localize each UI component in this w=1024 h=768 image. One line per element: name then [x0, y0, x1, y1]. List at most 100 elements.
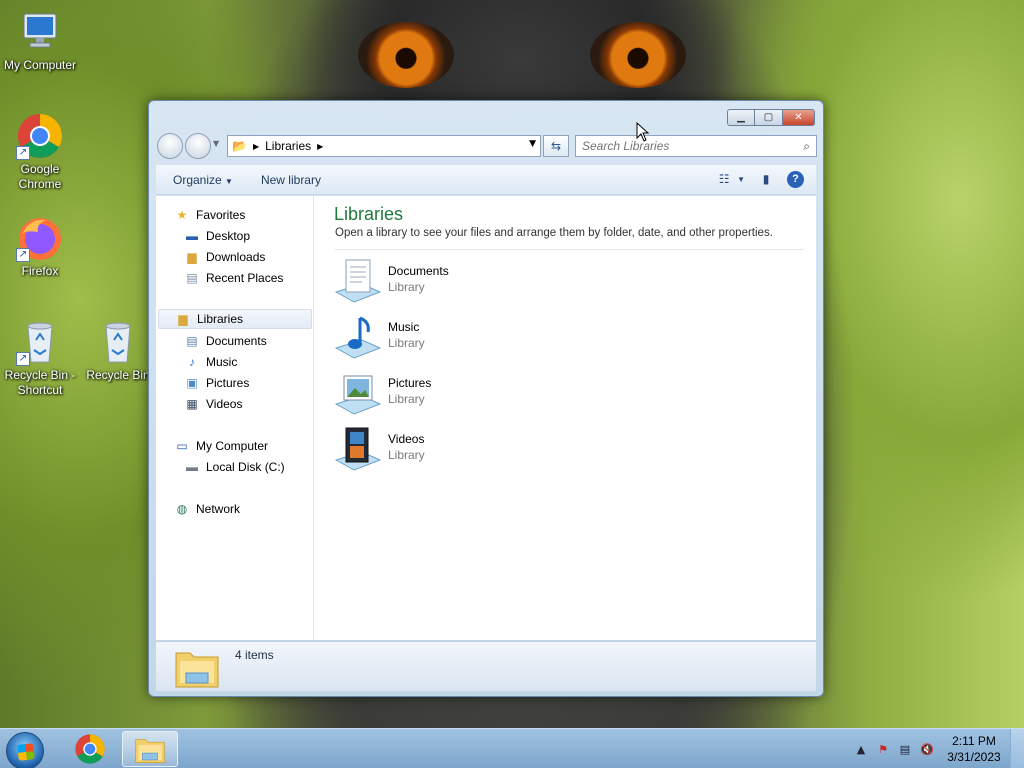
desktop-icon-firefox[interactable]: ↗ Firefox	[0, 214, 80, 279]
nav-item-network[interactable]: ◍ Network	[174, 499, 240, 519]
view-options-dropdown-icon[interactable]: ▼	[737, 175, 745, 184]
clock[interactable]: 2:11 PM 3/31/2023	[938, 733, 1010, 765]
forward-button[interactable]	[185, 133, 211, 159]
chrome-icon	[75, 734, 105, 764]
nav-item-recent-places[interactable]: ▤ Recent Places	[184, 268, 283, 288]
computer-icon: ▭	[176, 439, 188, 453]
desktop-icon-my-computer[interactable]: My Computer	[0, 8, 80, 73]
nav-item-desktop[interactable]: ▬ Desktop	[184, 226, 250, 246]
nav-label: Videos	[206, 397, 243, 411]
star-icon: ★	[176, 208, 188, 222]
videos-icon: ▦	[186, 397, 198, 411]
nav-label: Music	[206, 355, 238, 369]
desktop-icon-label: Recycle Bin	[86, 368, 150, 382]
details-pane: 4 items	[156, 641, 816, 691]
nav-item-videos[interactable]: ▦ Videos	[184, 394, 242, 414]
desktop-icon-recycle-bin-shortcut[interactable]: ↗ Recycle Bin - Shortcut	[0, 318, 80, 398]
show-desktop-button[interactable]	[1010, 729, 1024, 768]
shortcut-arrow-icon: ↗	[16, 248, 30, 262]
preview-pane-icon[interactable]: ▮	[757, 170, 775, 188]
nav-label: Favorites	[196, 208, 246, 222]
desktop-icon-google-chrome[interactable]: ↗ Google Chrome	[0, 112, 80, 192]
new-library-button[interactable]: New library	[251, 173, 331, 187]
library-item-documents[interactable]: Documents Library	[334, 258, 534, 306]
nav-item-libraries[interactable]: ▆ Libraries	[158, 309, 312, 329]
nav-item-favorites[interactable]: ★ Favorites	[174, 205, 246, 225]
minimize-button[interactable]: ▁	[727, 109, 755, 126]
recycle-bin-icon	[94, 318, 142, 366]
nav-label: Documents	[206, 334, 267, 348]
chevron-down-icon: ▼	[225, 176, 233, 186]
libraries-icon: ▆	[178, 312, 188, 326]
desktop-icon-label: My Computer	[3, 58, 77, 72]
nav-label: My Computer	[196, 439, 269, 453]
nav-label: Libraries	[197, 312, 244, 326]
search-icon[interactable]: ⌕	[803, 139, 810, 154]
maximize-button[interactable]: ▢	[755, 109, 783, 126]
library-type: Library	[388, 392, 425, 406]
nav-item-music[interactable]: ♪ Music	[184, 352, 237, 372]
caption-buttons: ▁ ▢ ✕	[727, 109, 815, 126]
recent-pages-dropdown[interactable]: ▼	[213, 139, 219, 148]
address-bar[interactable]: 📂 ▶ Libraries ▶ ▼	[227, 135, 541, 157]
library-item-videos[interactable]: Videos Library	[334, 426, 534, 474]
change-view-icon[interactable]: ☷	[715, 170, 733, 188]
page-title: Libraries	[334, 204, 404, 224]
back-button[interactable]	[157, 133, 183, 159]
nav-item-local-disk[interactable]: ▬ Local Disk (C:)	[184, 457, 285, 477]
library-item-music[interactable]: Music Library	[334, 314, 534, 362]
close-button[interactable]: ✕	[783, 109, 815, 126]
recycle-bin-icon: ↗	[16, 318, 64, 366]
command-bar-right: ☷ ▼ ▮ ?	[715, 170, 804, 188]
start-button[interactable]	[6, 732, 44, 768]
divider	[334, 249, 804, 250]
content-pane: Libraries Open a library to see your fil…	[316, 196, 816, 640]
desktop-icon-label: Firefox	[21, 264, 59, 278]
refresh-button[interactable]: ⇆	[543, 135, 569, 157]
system-tray: ▲ ⚑ ▤ 🔇 2:11 PM 3/31/2023	[850, 729, 1024, 768]
nav-label: Downloads	[206, 250, 266, 264]
mouse-cursor-icon	[636, 122, 650, 142]
desktop-icon-recycle-bin[interactable]: Recycle Bin	[78, 318, 158, 383]
pictures-library-icon	[334, 370, 382, 418]
shortcut-arrow-icon: ↗	[16, 352, 30, 366]
command-bar: Organize ▼ New library ☷ ▼ ▮ ?	[156, 165, 816, 195]
navigation-pane: ★ Favorites ▬ Desktop ▆ Downloads ▤ Rece…	[156, 196, 314, 640]
hard-drive-icon: ▬	[186, 460, 198, 474]
nav-item-my-computer[interactable]: ▭ My Computer	[174, 436, 268, 456]
show-hidden-icons-icon[interactable]: ▲	[850, 740, 872, 758]
breadcrumb-libraries[interactable]: Libraries	[265, 139, 311, 153]
taskbar: ▲ ⚑ ▤ 🔇 2:11 PM 3/31/2023	[0, 728, 1024, 768]
documents-library-icon	[334, 258, 382, 306]
nav-label: Local Disk (C:)	[206, 460, 285, 474]
action-center-flag-icon[interactable]: ⚑	[872, 740, 894, 758]
address-dropdown-icon[interactable]: ▼	[529, 139, 536, 149]
organize-button[interactable]: Organize ▼	[156, 173, 243, 187]
nav-label: Pictures	[206, 376, 250, 390]
nav-item-pictures[interactable]: ▣ Pictures	[184, 373, 249, 393]
clock-date: 3/31/2023	[947, 750, 1001, 764]
library-name: Music	[388, 320, 420, 334]
search-input[interactable]	[582, 139, 782, 153]
nav-item-documents[interactable]: ▤ Documents	[184, 331, 267, 351]
explorer-window: ▁ ▢ ✕ ▼ 📂 ▶ Libraries ▶ ▼ ⇆ ⌕ Organize ▼…	[148, 100, 824, 697]
taskbar-chrome-button[interactable]	[62, 731, 118, 767]
search-box[interactable]: ⌕	[575, 135, 817, 157]
computer-icon	[16, 8, 64, 56]
chrome-icon: ↗	[16, 112, 64, 160]
breadcrumb-arrow-icon[interactable]: ▶	[317, 142, 323, 151]
breadcrumb-arrow-icon[interactable]: ▶	[253, 142, 259, 151]
organize-label: Organize	[173, 172, 222, 187]
volume-muted-icon[interactable]: 🔇	[916, 740, 938, 758]
nav-item-downloads[interactable]: ▆ Downloads	[184, 247, 265, 267]
windows-logo-icon	[17, 743, 35, 761]
clock-time: 2:11 PM	[952, 734, 996, 748]
help-icon[interactable]: ?	[787, 170, 804, 188]
library-item-pictures[interactable]: Pictures Library	[334, 370, 534, 418]
taskbar-explorer-button[interactable]	[122, 731, 178, 767]
explorer-folder-icon	[135, 739, 165, 763]
library-name: Pictures	[388, 376, 432, 390]
recent-places-icon: ▤	[186, 271, 198, 285]
firefox-icon: ↗	[16, 214, 64, 262]
network-status-icon[interactable]: ▤	[894, 740, 916, 758]
